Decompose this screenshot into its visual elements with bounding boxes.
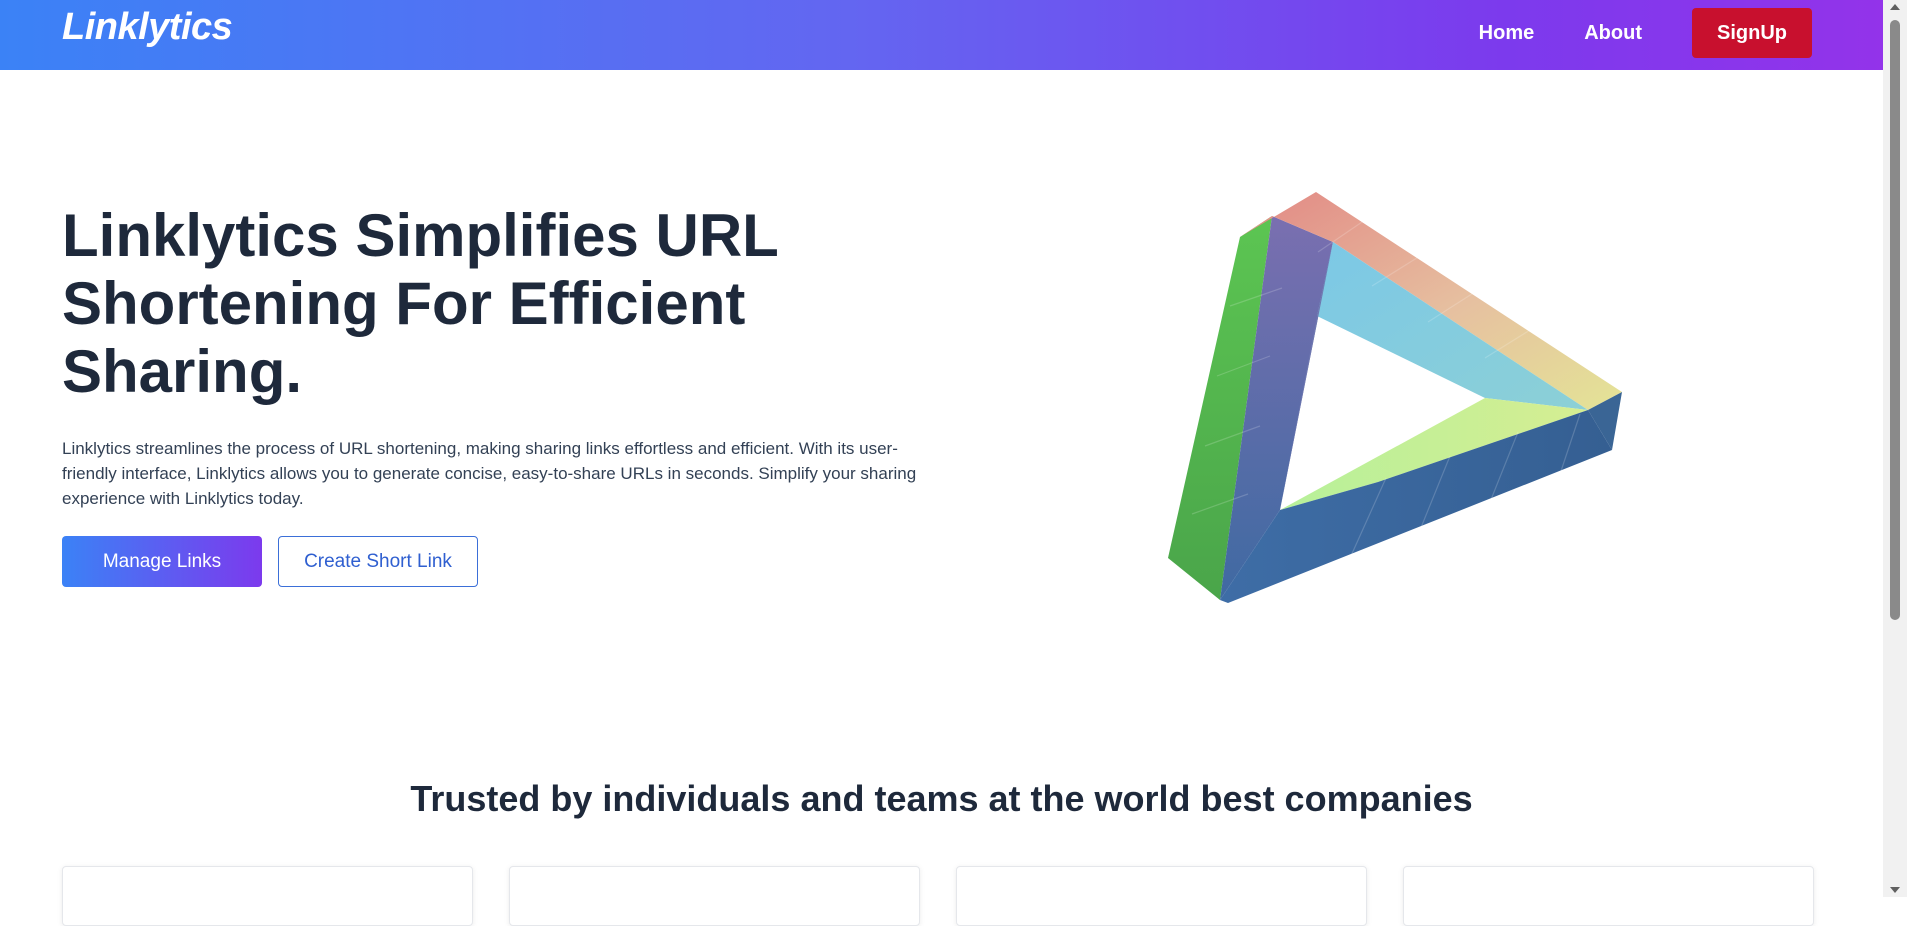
nav-link-about[interactable]: About <box>1584 22 1642 45</box>
hero-title: Linklytics Simplifies URL Shortening For… <box>62 202 778 405</box>
create-short-link-button[interactable]: Create Short Link <box>278 536 478 587</box>
manage-links-button[interactable]: Manage Links <box>62 536 262 587</box>
page-scrollbar[interactable] <box>1883 0 1907 897</box>
nav-link-home[interactable]: Home <box>1479 22 1535 45</box>
logo[interactable]: Linklytics <box>62 6 233 49</box>
scroll-up-icon[interactable] <box>1890 4 1900 10</box>
company-card <box>509 866 920 926</box>
company-card <box>62 866 473 926</box>
hero-buttons: Manage Links Create Short Link <box>62 536 478 587</box>
trusted-heading: Trusted by individuals and teams at the … <box>410 778 1473 819</box>
scroll-down-icon[interactable] <box>1890 887 1900 893</box>
top-navbar: Linklytics Home About SignUp <box>0 0 1883 70</box>
hero-description: Linklytics streamlines the process of UR… <box>62 439 917 508</box>
signup-button[interactable]: SignUp <box>1692 8 1812 58</box>
company-card <box>1403 866 1814 926</box>
company-cards <box>62 866 1850 926</box>
company-card <box>956 866 1367 926</box>
nav-menu: Home About SignUp <box>1479 8 1812 58</box>
impossible-triangle-icon <box>1150 180 1650 610</box>
scroll-thumb[interactable] <box>1890 20 1900 620</box>
